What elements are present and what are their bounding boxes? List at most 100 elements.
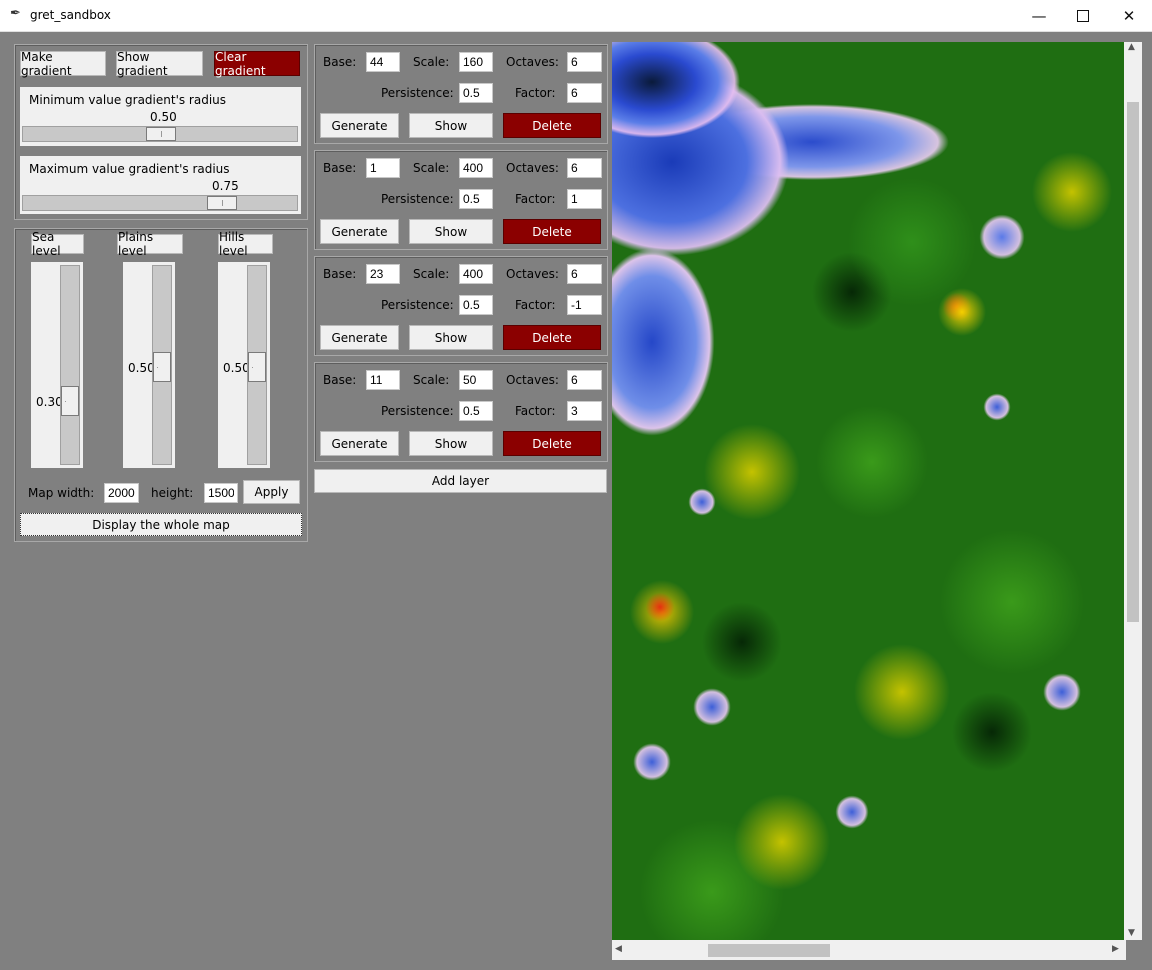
scale-label: Scale: (413, 267, 450, 281)
scroll-down-icon[interactable]: ▼ (1128, 928, 1135, 938)
delete-layer-button[interactable]: Delete (503, 113, 601, 138)
base-input[interactable] (366, 158, 400, 178)
minimize-button[interactable]: — (1016, 0, 1062, 31)
octaves-label: Octaves: (506, 161, 559, 175)
persistence-input[interactable] (459, 83, 493, 103)
horizontal-scroll-thumb[interactable] (708, 944, 830, 957)
plains-level-value: 0.50 (128, 361, 155, 375)
show-layer-button[interactable]: Show (409, 431, 493, 456)
sea-level-slider[interactable] (60, 265, 80, 465)
feather-icon: ✒ (10, 6, 21, 21)
delete-layer-button[interactable]: Delete (503, 431, 601, 456)
horizontal-scrollbar[interactable]: ◀ ▶ (612, 940, 1126, 960)
base-input[interactable] (366, 264, 400, 284)
max-radius-label: Maximum value gradient's radius (29, 162, 230, 176)
close-button[interactable]: ✕ (1106, 0, 1152, 31)
factor-input[interactable] (567, 83, 602, 103)
octaves-input[interactable] (567, 370, 602, 390)
delete-layer-button[interactable]: Delete (503, 219, 601, 244)
base-label: Base: (323, 161, 357, 175)
map-width-label: Map width: (28, 486, 95, 500)
scale-input[interactable] (459, 158, 493, 178)
show-layer-button[interactable]: Show (409, 325, 493, 350)
factor-label: Factor: (515, 404, 556, 418)
plains-level-scale: 0.50 (123, 262, 175, 468)
hills-level-slider-thumb[interactable] (248, 352, 266, 382)
sea-level-label: Sea level (31, 230, 84, 258)
map-canvas[interactable] (612, 42, 1124, 940)
scale-input[interactable] (459, 52, 493, 72)
factor-label: Factor: (515, 192, 556, 206)
delete-layer-button[interactable]: Delete (503, 325, 601, 350)
octaves-label: Octaves: (506, 267, 559, 281)
map-width-input[interactable] (104, 483, 139, 503)
max-radius-box: Maximum value gradient's radius 0.75 (20, 156, 301, 214)
base-label: Base: (323, 55, 357, 69)
minimize-icon: — (1031, 6, 1047, 25)
octaves-label: Octaves: (506, 55, 559, 69)
scale-label: Scale: (413, 55, 450, 69)
persistence-label: Persistence: (381, 192, 454, 206)
base-label: Base: (323, 267, 357, 281)
min-radius-label: Minimum value gradient's radius (29, 93, 227, 107)
min-radius-box: Minimum value gradient's radius 0.50 (20, 87, 301, 146)
factor-input[interactable] (567, 295, 602, 315)
sea-level-slider-thumb[interactable] (61, 386, 79, 416)
generate-button[interactable]: Generate (320, 219, 399, 244)
window-title: gret_sandbox (30, 8, 111, 22)
hills-level-label: Hills level (218, 230, 273, 258)
display-whole-map-button[interactable]: Display the whole map (20, 513, 302, 536)
scale-input[interactable] (459, 370, 493, 390)
persistence-input[interactable] (459, 295, 493, 315)
persistence-label: Persistence: (381, 404, 454, 418)
scale-label: Scale: (413, 161, 450, 175)
max-radius-slider[interactable] (22, 195, 298, 211)
map-height-input[interactable] (204, 483, 238, 503)
scale-label: Scale: (413, 373, 450, 387)
generate-button[interactable]: Generate (320, 113, 399, 138)
max-radius-value: 0.75 (212, 179, 239, 193)
hills-level-slider[interactable] (247, 265, 267, 465)
scroll-right-icon[interactable]: ▶ (1112, 944, 1119, 954)
show-gradient-button[interactable]: Show gradient (116, 50, 203, 78)
maximize-icon (1077, 9, 1089, 22)
vertical-scroll-thumb[interactable] (1127, 102, 1139, 622)
vertical-scrollbar[interactable]: ▲ ▼ (1124, 42, 1142, 940)
make-gradient-button[interactable]: Make gradient (20, 50, 106, 78)
octaves-input[interactable] (567, 52, 602, 72)
min-radius-slider[interactable] (22, 126, 298, 142)
persistence-input[interactable] (459, 401, 493, 421)
clear-gradient-button[interactable]: Clear gradient (214, 50, 300, 78)
base-input[interactable] (366, 52, 400, 72)
add-layer-button[interactable]: Add layer (314, 469, 607, 493)
show-layer-button[interactable]: Show (409, 219, 493, 244)
title-bar: ✒ gret_sandbox — ✕ (0, 0, 1152, 32)
min-radius-value: 0.50 (150, 110, 177, 124)
octaves-label: Octaves: (506, 373, 559, 387)
show-layer-button[interactable]: Show (409, 113, 493, 138)
factor-input[interactable] (567, 401, 602, 421)
generate-button[interactable]: Generate (320, 431, 399, 456)
scale-input[interactable] (459, 264, 493, 284)
apply-button[interactable]: Apply (243, 480, 300, 504)
persistence-label: Persistence: (381, 298, 454, 312)
octaves-input[interactable] (567, 158, 602, 178)
min-radius-slider-thumb[interactable] (146, 127, 176, 141)
max-radius-slider-thumb[interactable] (207, 196, 237, 210)
factor-input[interactable] (567, 189, 602, 209)
scroll-left-icon[interactable]: ◀ (615, 944, 622, 954)
persistence-input[interactable] (459, 189, 493, 209)
hills-level-scale: 0.50 (218, 262, 270, 468)
octaves-input[interactable] (567, 264, 602, 284)
persistence-label: Persistence: (381, 86, 454, 100)
sea-level-scale: 0.30 (31, 262, 83, 468)
plains-level-slider-thumb[interactable] (153, 352, 171, 382)
maximize-button[interactable] (1060, 0, 1106, 31)
scroll-up-icon[interactable]: ▲ (1128, 42, 1135, 52)
plains-level-slider[interactable] (152, 265, 172, 465)
base-input[interactable] (366, 370, 400, 390)
factor-label: Factor: (515, 298, 556, 312)
sea-level-value: 0.30 (36, 395, 63, 409)
hills-level-value: 0.50 (223, 361, 250, 375)
generate-button[interactable]: Generate (320, 325, 399, 350)
